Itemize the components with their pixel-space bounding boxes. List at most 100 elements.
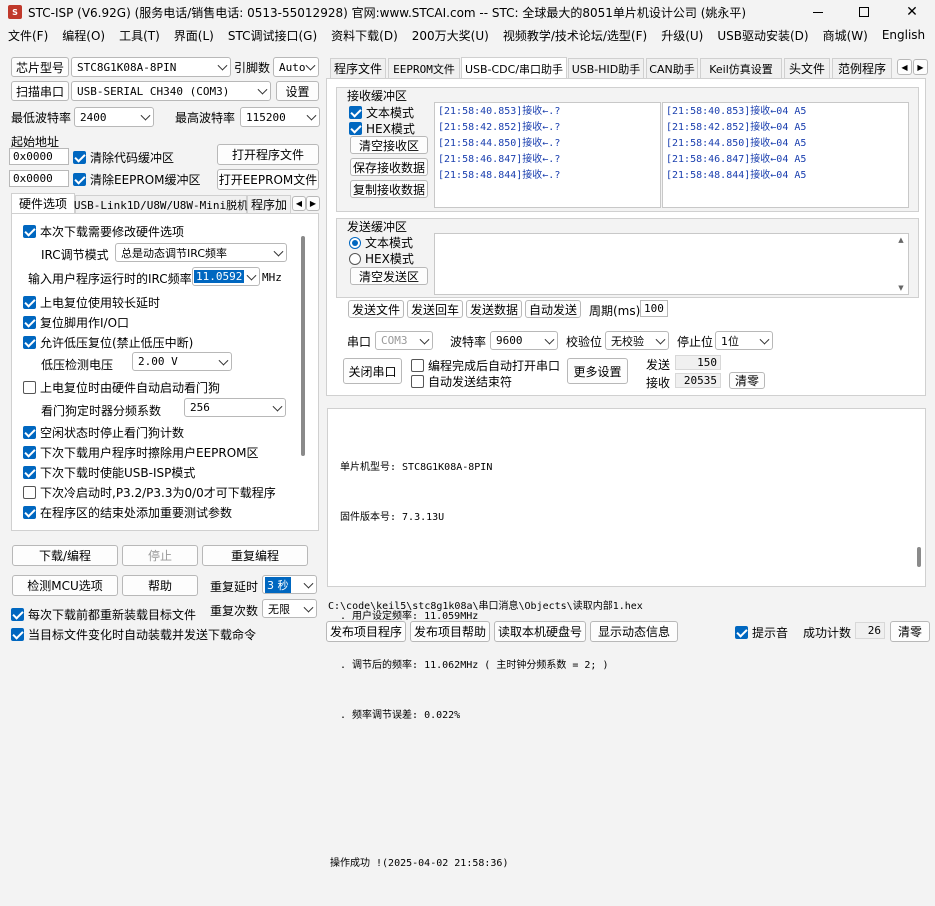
code-address-input[interactable]: 0x0000 bbox=[9, 148, 69, 165]
menu-interface[interactable]: 界面(L) bbox=[174, 27, 214, 44]
right-tab-scroll-left-button[interactable]: ◀ bbox=[897, 59, 912, 75]
p32-p33-download-option[interactable]: 下次冷启动时,P3.2/P3.3为0/0才可下载程序 bbox=[23, 484, 276, 501]
idle-stop-watchdog-option[interactable]: 空闲状态时停止看门狗计数 bbox=[23, 424, 184, 441]
checkbox[interactable] bbox=[11, 628, 24, 641]
tab-program-file[interactable]: 程序文件 bbox=[330, 58, 386, 78]
send-file-button[interactable]: 发送文件 bbox=[348, 300, 404, 318]
port-select[interactable]: USB-SERIAL CH340 (COM3) bbox=[71, 81, 271, 101]
reload-before-download-option[interactable]: 每次下载前都重新装载目标文件 bbox=[11, 606, 196, 623]
checkbox[interactable] bbox=[23, 316, 36, 329]
checkbox[interactable] bbox=[23, 381, 36, 394]
open-eeprom-file-button[interactable]: 打开EEPROM文件 bbox=[217, 169, 319, 190]
beep-option[interactable]: 提示音 bbox=[735, 624, 788, 641]
menu-video[interactable]: 视频教学/技术论坛/选型(F) bbox=[503, 27, 647, 44]
tab-keil-sim[interactable]: Keil仿真设置 bbox=[700, 58, 782, 78]
checkbox[interactable] bbox=[23, 225, 36, 238]
scrollbar-thumb[interactable] bbox=[301, 236, 305, 456]
auto-watchdog-option[interactable]: 上电复位时由硬件自动启动看门狗 bbox=[23, 379, 220, 396]
send-text-mode-option[interactable]: 文本模式 bbox=[349, 234, 413, 251]
menu-english[interactable]: English bbox=[882, 28, 925, 42]
period-input[interactable]: 100 bbox=[640, 300, 668, 317]
chip-model-select[interactable]: STC8G1K08A-8PIN bbox=[71, 57, 231, 77]
publish-project-help-button[interactable]: 发布项目帮助 bbox=[410, 621, 490, 642]
recv-hex-mode-option[interactable]: HEX模式 bbox=[349, 120, 415, 137]
tab-usb-hid[interactable]: USB-HID助手 bbox=[568, 58, 644, 78]
test-params-option[interactable]: 在程序区的结束处添加重要测试参数 bbox=[23, 504, 232, 521]
radio-button[interactable] bbox=[349, 236, 361, 249]
tab-usb-cdc-serial[interactable]: USB-CDC/串口助手 bbox=[461, 57, 567, 79]
low-voltage-reset-option[interactable]: 允许低压复位(禁止低压中断) bbox=[23, 334, 193, 351]
tab-scroll-right-button[interactable]: ▶ bbox=[306, 196, 320, 211]
stop-bits-select[interactable]: 1位 bbox=[715, 331, 773, 350]
parity-select[interactable]: 无校验 bbox=[605, 331, 669, 350]
radio-button[interactable] bbox=[349, 252, 361, 265]
clear-eeprom-buffer-option[interactable]: 清除EEPROM缓冲区 bbox=[73, 171, 201, 188]
erase-eeprom-option[interactable]: 下次下载用户程序时擦除用户EEPROM区 bbox=[23, 444, 259, 461]
repeat-program-button[interactable]: 重复编程 bbox=[202, 545, 308, 566]
send-area-scrollbar[interactable]: ▲ ▼ bbox=[896, 236, 906, 292]
clear-counts-button[interactable]: 清零 bbox=[729, 372, 765, 389]
tab-header-file[interactable]: 头文件 bbox=[784, 58, 830, 78]
min-baud-select[interactable]: 2400 bbox=[74, 107, 154, 127]
checkbox[interactable] bbox=[23, 426, 36, 439]
clear-receive-button[interactable]: 清空接收区 bbox=[350, 136, 428, 154]
maximize-button[interactable] bbox=[841, 0, 887, 24]
copy-receive-button[interactable]: 复制接收数据 bbox=[350, 180, 428, 198]
pin-count-select[interactable]: Auto bbox=[273, 57, 319, 77]
hw-options-scrollbar[interactable] bbox=[301, 224, 307, 520]
checkbox[interactable] bbox=[411, 375, 424, 388]
irc-frequency-input[interactable]: 11.0592 bbox=[192, 267, 260, 286]
read-disk-id-button[interactable]: 读取本机硬盘号 bbox=[494, 621, 586, 642]
menu-usb-driver[interactable]: USB驱动安装(D) bbox=[717, 27, 808, 44]
max-baud-select[interactable]: 115200 bbox=[240, 107, 320, 127]
menu-store[interactable]: 商城(W) bbox=[823, 27, 868, 44]
minimize-button[interactable] bbox=[795, 0, 841, 24]
close-serial-port-button[interactable]: 关闭串口 bbox=[343, 358, 402, 384]
checkbox[interactable] bbox=[349, 106, 362, 119]
checkbox[interactable] bbox=[23, 336, 36, 349]
serial-port-select[interactable]: COM3 bbox=[375, 331, 433, 350]
check-mcu-options-button[interactable]: 检测MCU选项 bbox=[12, 575, 118, 596]
tab-hardware-options[interactable]: 硬件选项 bbox=[11, 193, 75, 213]
help-button[interactable]: 帮助 bbox=[122, 575, 198, 596]
auto-load-send-option[interactable]: 当目标文件变化时自动装载并发送下载命令 bbox=[11, 626, 256, 643]
watchdog-prescaler-select[interactable]: 256 bbox=[184, 398, 286, 417]
checkbox[interactable] bbox=[349, 122, 362, 135]
send-hex-mode-option[interactable]: HEX模式 bbox=[349, 250, 414, 267]
menu-tools[interactable]: 工具(T) bbox=[119, 27, 160, 44]
menu-prize[interactable]: 200万大奖(U) bbox=[412, 27, 489, 44]
title-bar[interactable]: S STC-ISP (V6.92G) (服务电话/销售电话: 0513-5501… bbox=[0, 0, 935, 24]
repeat-delay-select[interactable]: 3 秒 bbox=[262, 575, 317, 594]
tab-eeprom-file[interactable]: EEPROM文件 bbox=[388, 58, 460, 78]
menu-downloads[interactable]: 资料下载(D) bbox=[331, 27, 398, 44]
receive-text-area[interactable]: [21:58:40.853]接收←.? [21:58:42.852]接收←.? … bbox=[434, 102, 661, 208]
close-button[interactable]: ✕ bbox=[889, 0, 935, 24]
show-dynamic-info-button[interactable]: 显示动态信息 bbox=[590, 621, 678, 642]
output-log[interactable]: 单片机型号: STC8G1K08A-8PIN 固件版本号: 7.3.13U . … bbox=[327, 408, 926, 869]
clear-code-buffer-option[interactable]: 清除代码缓冲区 bbox=[73, 149, 174, 166]
menu-upgrade[interactable]: 升级(U) bbox=[661, 27, 703, 44]
tab-examples[interactable]: 范例程序 bbox=[832, 58, 892, 78]
stop-button[interactable]: 停止 bbox=[122, 545, 198, 566]
chip-model-button[interactable]: 芯片型号 bbox=[11, 57, 69, 77]
tab-program-encrypt[interactable]: 程序加 bbox=[247, 195, 291, 213]
checkbox[interactable] bbox=[411, 359, 424, 372]
send-text-area[interactable]: ▲ ▼ bbox=[434, 233, 909, 295]
right-tab-scroll-right-button[interactable]: ▶ bbox=[913, 59, 928, 75]
irc-mode-select[interactable]: 总是动态调节IRC频率 bbox=[115, 243, 287, 262]
checkbox[interactable] bbox=[23, 506, 36, 519]
repeat-count-select[interactable]: 无限 bbox=[262, 599, 317, 618]
checkbox[interactable] bbox=[23, 296, 36, 309]
auto-send-terminator-option[interactable]: 自动发送结束符 bbox=[411, 373, 512, 390]
checkbox[interactable] bbox=[73, 173, 86, 186]
checkbox[interactable] bbox=[735, 626, 748, 639]
more-settings-button[interactable]: 更多设置 bbox=[567, 358, 628, 384]
scan-port-button[interactable]: 扫描串口 bbox=[11, 81, 69, 101]
lvd-voltage-select[interactable]: 2.00 V bbox=[132, 352, 232, 371]
send-carriage-return-button[interactable]: 发送回车 bbox=[407, 300, 463, 318]
baud-rate-select[interactable]: 9600 bbox=[490, 331, 558, 350]
eeprom-address-input[interactable]: 0x0000 bbox=[9, 170, 69, 187]
publish-project-program-button[interactable]: 发布项目程序 bbox=[326, 621, 406, 642]
clear-success-count-button[interactable]: 清零 bbox=[890, 621, 930, 642]
menu-file[interactable]: 文件(F) bbox=[8, 27, 48, 44]
